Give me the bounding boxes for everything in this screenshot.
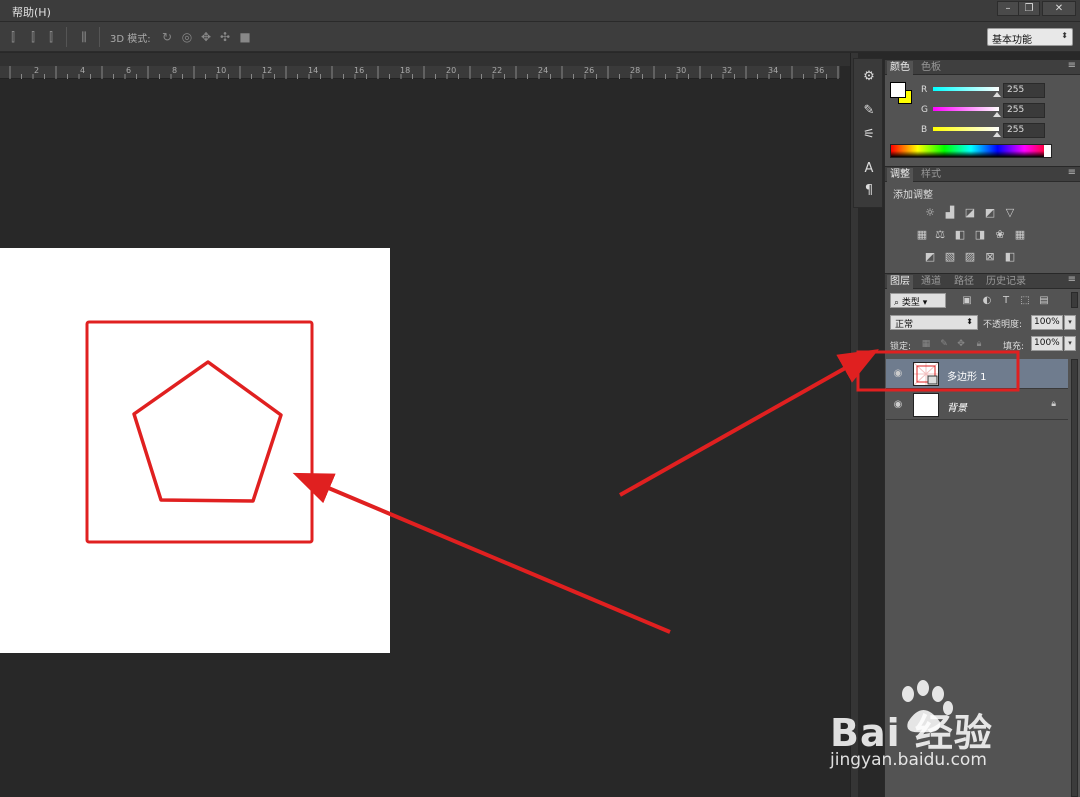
annotation-overlay — [292, 349, 1020, 634]
watermark-brand: Bai 经验 — [830, 711, 993, 755]
annotation-arrow — [619, 349, 879, 497]
foreground-color-swatch[interactable] — [890, 82, 906, 98]
photoshop-window: 帮助(H) – ❐ ✕ ⫿ ⫿ ⫿ ⫼ 3D 模式: ↻ ◎ ✥ ✣ ■ 基本功… — [0, 0, 1080, 797]
layer-highlight-box — [856, 350, 1020, 392]
watermark-url: jingyan.baidu.com — [830, 750, 987, 770]
baidu-watermark: Bai 经验 jingyan.baidu.com — [830, 680, 1070, 790]
annotation-arrow — [292, 472, 671, 634]
